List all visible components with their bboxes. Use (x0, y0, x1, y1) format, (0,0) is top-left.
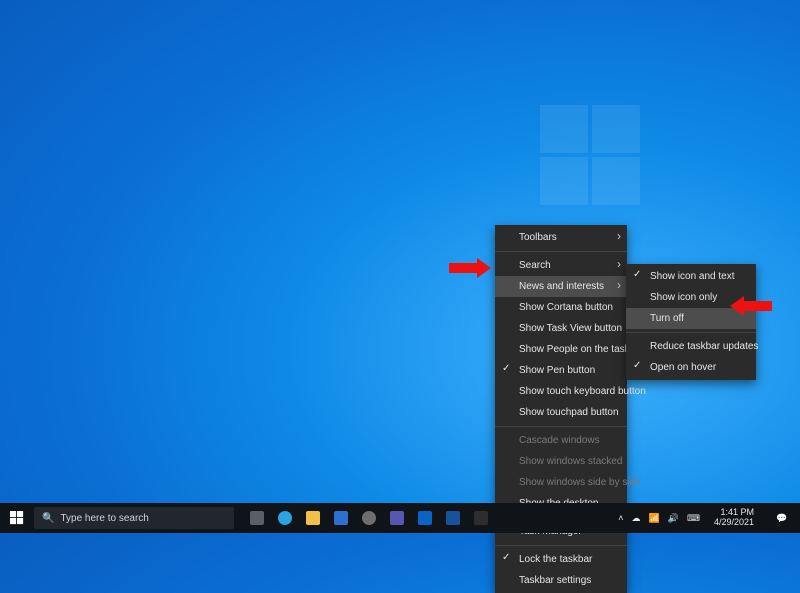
search-placeholder: Type here to search (60, 513, 148, 524)
taskbar: 🔍 Type here to search ˄ ☁ 📶 🔊 ⌨ 1:41 PM … (0, 503, 800, 533)
edge-icon[interactable] (272, 503, 298, 533)
system-tray: ˄ ☁ 📶 🔊 ⌨ 1:41 PM 4/29/2021 💬 (614, 503, 800, 533)
menu-news-and-interests[interactable]: News and interests (495, 276, 627, 297)
menu-show-pen[interactable]: Show Pen button (495, 360, 627, 381)
tray-onedrive-icon[interactable]: ☁ (632, 513, 641, 524)
menu-separator (626, 332, 756, 333)
submenu-show-icon-text[interactable]: Show icon and text (626, 266, 756, 287)
clock-date: 4/29/2021 (714, 518, 754, 528)
search-box[interactable]: 🔍 Type here to search (34, 507, 234, 529)
menu-separator (495, 545, 627, 546)
store-icon[interactable] (328, 503, 354, 533)
menu-show-task-view[interactable]: Show Task View button (495, 318, 627, 339)
settings-icon[interactable] (356, 503, 382, 533)
menu-show-people[interactable]: Show People on the taskbar (495, 339, 627, 360)
word-icon[interactable] (440, 503, 466, 533)
windows-icon (10, 511, 24, 525)
tray-chevron-up-icon[interactable]: ˄ (618, 513, 623, 523)
terminal-icon[interactable] (468, 503, 494, 533)
taskbar-pinned-apps (244, 503, 494, 533)
start-button[interactable] (0, 503, 34, 533)
menu-stacked: Show windows stacked (495, 451, 627, 472)
mail-icon[interactable] (412, 503, 438, 533)
menu-show-touchpad[interactable]: Show touchpad button (495, 402, 627, 423)
taskbar-clock[interactable]: 1:41 PM 4/29/2021 (708, 508, 760, 528)
news-interests-submenu: Show icon and text Show icon only Turn o… (626, 264, 756, 380)
menu-separator (495, 426, 627, 427)
menu-toolbars[interactable]: Toolbars (495, 227, 627, 248)
taskbar-context-menu: Toolbars Search News and interests Show … (495, 225, 627, 593)
annotation-arrow-left (449, 258, 491, 278)
annotation-arrow-right (730, 296, 772, 316)
menu-side-by-side: Show windows side by side (495, 472, 627, 493)
menu-separator (495, 251, 627, 252)
menu-cascade: Cascade windows (495, 430, 627, 451)
menu-show-touch-keyboard[interactable]: Show touch keyboard button (495, 381, 627, 402)
explorer-icon[interactable] (300, 503, 326, 533)
task-view-icon[interactable] (244, 503, 270, 533)
action-center-icon[interactable]: 💬 (768, 503, 796, 533)
submenu-reduce-updates[interactable]: Reduce taskbar updates (626, 336, 756, 357)
tray-language-icon[interactable]: ⌨ (687, 513, 700, 524)
tray-network-icon[interactable]: 📶 (649, 513, 660, 524)
search-icon: 🔍 (42, 513, 54, 524)
menu-taskbar-settings[interactable]: Taskbar settings (495, 570, 627, 591)
teams-icon[interactable] (384, 503, 410, 533)
menu-search[interactable]: Search (495, 255, 627, 276)
tray-volume-icon[interactable]: 🔊 (668, 513, 679, 524)
menu-lock-taskbar[interactable]: Lock the taskbar (495, 549, 627, 570)
menu-show-cortana[interactable]: Show Cortana button (495, 297, 627, 318)
submenu-open-on-hover[interactable]: Open on hover (626, 357, 756, 378)
